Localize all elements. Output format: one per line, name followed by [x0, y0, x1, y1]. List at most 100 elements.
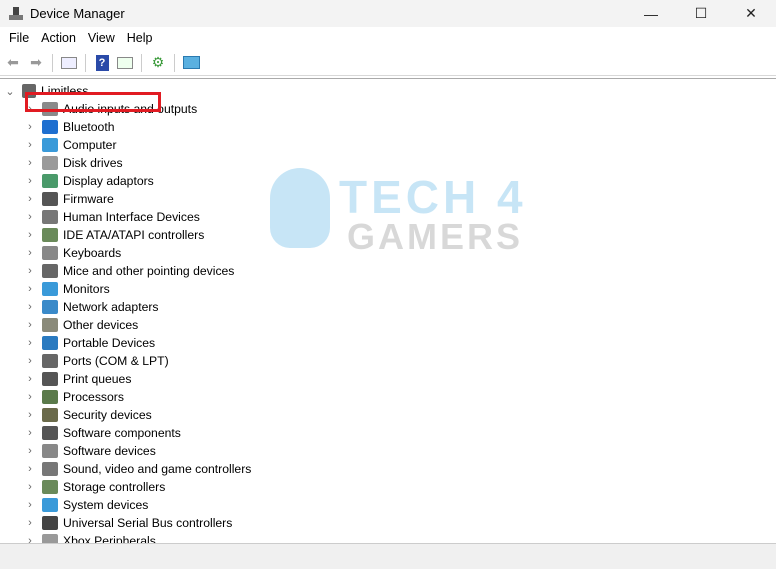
tree-item-label: Sound, video and game controllers — [63, 462, 252, 476]
chevron-right-icon[interactable]: › — [24, 301, 36, 313]
help-icon[interactable]: ? — [92, 54, 112, 72]
device-category-icon — [42, 444, 58, 458]
chevron-right-icon[interactable]: › — [24, 193, 36, 205]
back-arrow-icon[interactable]: ⬅ — [3, 54, 23, 72]
separator — [52, 53, 53, 72]
tree-item[interactable]: › Software devices — [24, 442, 156, 460]
tree-item-label: Keyboards — [63, 246, 122, 260]
device-category-icon — [42, 192, 58, 206]
tree-item-label: Computer — [63, 138, 117, 152]
tree-item-label: Mice and other pointing devices — [63, 264, 235, 278]
device-tree[interactable]: ⌄ Limitless › Audio inputs and outputs › Bl… — [0, 78, 776, 543]
tree-item-label: Software components — [63, 426, 181, 440]
separator — [85, 53, 86, 72]
menu-file[interactable]: File — [3, 31, 35, 45]
device-category-icon — [42, 354, 58, 368]
tree-item[interactable]: › System devices — [24, 496, 148, 514]
menu-view[interactable]: View — [82, 31, 121, 45]
tree-item-label: Firmware — [63, 192, 114, 206]
minimize-button[interactable]: — — [626, 0, 676, 27]
tree-item[interactable]: › Disk drives — [24, 154, 123, 172]
tree-item-label: Disk drives — [63, 156, 123, 170]
device-category-icon — [42, 300, 58, 314]
chevron-down-icon[interactable]: ⌄ — [4, 85, 16, 98]
chevron-right-icon[interactable]: › — [24, 517, 36, 529]
chevron-right-icon[interactable]: › — [24, 481, 36, 493]
tree-item[interactable]: › Print queues — [24, 370, 131, 388]
title-bar: Device Manager — ☐ ✕ — [0, 0, 776, 27]
device-category-icon — [42, 408, 58, 422]
chevron-right-icon[interactable]: › — [24, 157, 36, 169]
device-category-icon — [42, 264, 58, 278]
device-category-icon — [42, 480, 58, 494]
tree-item[interactable]: › Processors — [24, 388, 124, 406]
chevron-right-icon[interactable]: › — [24, 337, 36, 349]
chevron-right-icon[interactable]: › — [24, 247, 36, 259]
tree-item[interactable]: › IDE ATA/ATAPI controllers — [24, 226, 204, 244]
tree-item[interactable]: › Sound, video and game controllers — [24, 460, 251, 478]
chevron-right-icon[interactable]: › — [24, 121, 36, 133]
maximize-button[interactable]: ☐ — [676, 0, 726, 27]
device-category-icon — [42, 516, 58, 530]
chevron-right-icon[interactable]: › — [24, 427, 36, 439]
monitor-icon[interactable] — [181, 54, 201, 72]
tree-item-label: Monitors — [63, 282, 110, 296]
device-category-icon — [42, 138, 58, 152]
device-category-icon — [42, 462, 58, 476]
tree-item[interactable]: › Storage controllers — [24, 478, 165, 496]
device-category-icon — [42, 318, 58, 332]
tree-item[interactable]: › Xbox Peripherals — [24, 532, 156, 543]
tree-item-label: Software devices — [63, 444, 156, 458]
tree-item-label: Storage controllers — [63, 480, 166, 494]
chevron-right-icon[interactable]: › — [24, 409, 36, 421]
tree-item[interactable]: › Monitors — [24, 280, 110, 298]
tree-item-label: Ports (COM & LPT) — [63, 354, 169, 368]
device-manager-icon — [8, 6, 24, 21]
chevron-right-icon[interactable]: › — [24, 283, 36, 295]
tree-item-label: Display adaptors — [63, 174, 154, 188]
tree-item[interactable]: › Display adaptors — [24, 172, 154, 190]
chevron-right-icon[interactable]: › — [24, 265, 36, 277]
tree-item-label: Portable Devices — [63, 336, 156, 350]
chevron-right-icon[interactable]: › — [24, 355, 36, 367]
scan-hardware-icon[interactable]: ⚙ — [148, 54, 168, 72]
tree-item[interactable]: › Keyboards — [24, 244, 121, 262]
menu-action[interactable]: Action — [35, 31, 82, 45]
chevron-right-icon[interactable]: › — [24, 391, 36, 403]
tree-item-label: Security devices — [63, 408, 152, 422]
tree-item[interactable]: › Computer — [24, 136, 117, 154]
close-button[interactable]: ✕ — [726, 0, 776, 27]
tree-item[interactable]: › Network adapters — [24, 298, 159, 316]
chevron-right-icon[interactable]: › — [24, 373, 36, 385]
device-category-icon — [42, 372, 58, 386]
chevron-right-icon[interactable]: › — [24, 139, 36, 151]
tree-item[interactable]: › Software components — [24, 424, 181, 442]
chevron-right-icon[interactable]: › — [24, 229, 36, 241]
chevron-right-icon[interactable]: › — [24, 175, 36, 187]
tree-item-label: Processors — [63, 390, 124, 404]
tree-item[interactable]: › Other devices — [24, 316, 138, 334]
properties-icon[interactable] — [59, 54, 79, 72]
tree-item[interactable]: › Ports (COM & LPT) — [24, 352, 169, 370]
tree-item[interactable]: › Mice and other pointing devices — [24, 262, 234, 280]
forward-arrow-icon[interactable]: ➡ — [26, 54, 46, 72]
chevron-right-icon[interactable]: › — [24, 463, 36, 475]
device-category-icon — [42, 336, 58, 350]
tree-item[interactable]: › Bluetooth — [24, 118, 115, 136]
tree-item-label: Bluetooth — [63, 120, 115, 134]
tree-item[interactable]: › Human Interface Devices — [24, 208, 200, 226]
chevron-right-icon[interactable]: › — [24, 499, 36, 511]
tree-item[interactable]: › Portable Devices — [24, 334, 155, 352]
device-category-icon — [42, 228, 58, 242]
menu-help[interactable]: Help — [121, 31, 159, 45]
device-category-icon — [42, 390, 58, 404]
tree-item[interactable]: › Security devices — [24, 406, 152, 424]
tree-item[interactable]: › Firmware — [24, 190, 114, 208]
tree-item[interactable]: › Universal Serial Bus controllers — [24, 514, 232, 532]
update-driver-icon[interactable] — [115, 54, 135, 72]
chevron-right-icon[interactable]: › — [24, 445, 36, 457]
chevron-right-icon[interactable]: › — [24, 319, 36, 331]
tree-item-label: Network adapters — [63, 300, 159, 314]
chevron-right-icon[interactable]: › — [24, 211, 36, 223]
chevron-right-icon[interactable]: › — [24, 535, 36, 543]
